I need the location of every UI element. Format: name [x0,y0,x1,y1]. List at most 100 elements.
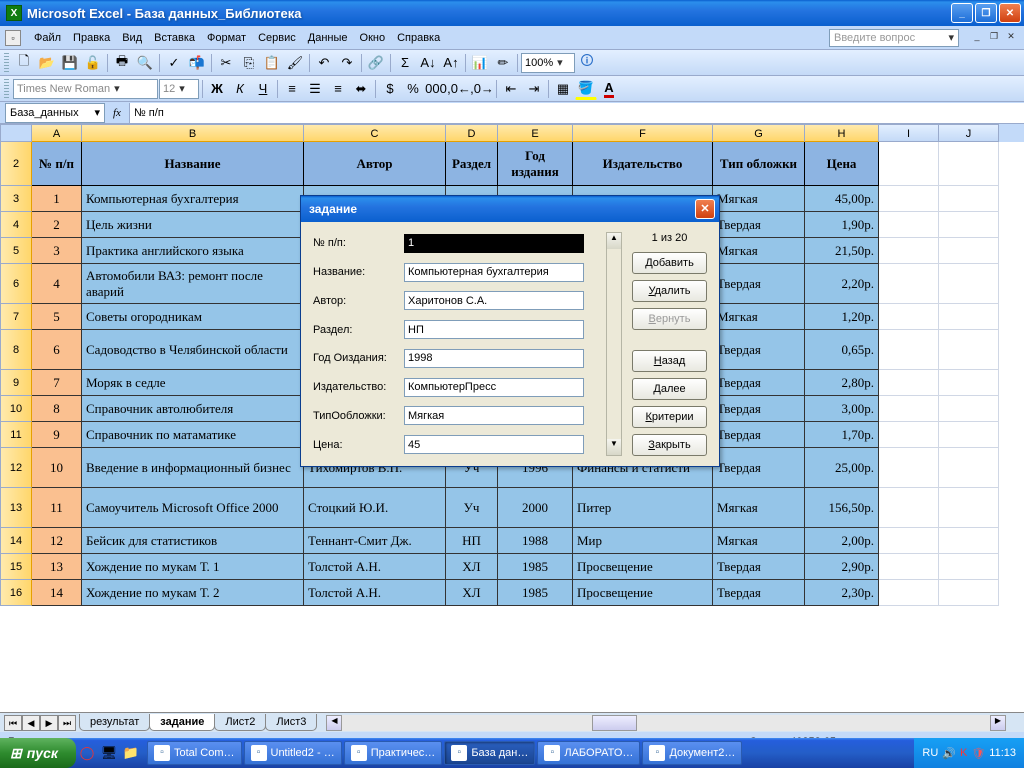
field-input-7[interactable] [404,435,584,454]
quicklaunch-app-icon[interactable]: 📁 [122,744,140,762]
clock[interactable]: 11:13 [989,747,1016,759]
cell[interactable]: 5 [32,304,82,330]
row-header[interactable]: 4 [0,212,32,238]
cell[interactable] [879,528,939,554]
cell[interactable]: 7 [32,370,82,396]
cell[interactable]: Справочник по матаматике [82,422,304,448]
cell[interactable]: Хождение по мукам Т. 2 [82,580,304,606]
mdi-minimize[interactable]: _ [969,31,985,45]
cell[interactable]: 25,00р. [805,448,879,488]
cell[interactable]: Питер [573,488,713,528]
dlg-btn-Назад[interactable]: Назад [632,350,707,372]
cell[interactable]: Толстой А.Н. [304,554,446,580]
save-icon[interactable]: 💾 [59,52,81,74]
row-header[interactable]: 13 [0,488,32,528]
field-input-3[interactable] [404,320,584,339]
copy-icon[interactable]: ⎘ [238,52,260,74]
cell[interactable]: ХЛ [446,580,498,606]
spell-icon[interactable]: ✓ [163,52,185,74]
field-input-1[interactable] [404,263,584,282]
taskbar-item[interactable]: ▫База дан… [444,741,535,765]
inc-decimal-icon[interactable]: ,0← [448,78,470,100]
row-header[interactable]: 6 [0,264,32,304]
cell[interactable] [939,142,999,186]
currency-icon[interactable]: $ [379,78,401,100]
table-header[interactable]: Название [82,142,304,186]
open-icon[interactable]: 📂 [36,52,58,74]
cell[interactable] [879,330,939,370]
toolbar-grip[interactable] [4,53,9,73]
cell[interactable] [939,448,999,488]
select-all-corner[interactable] [0,124,32,142]
cell[interactable]: Твердая [713,264,805,304]
start-button[interactable]: ⊞ пуск [0,738,76,768]
cell[interactable]: Мягкая [713,528,805,554]
help-search[interactable]: Введите вопрос [829,29,959,47]
cell[interactable] [879,304,939,330]
row-header[interactable]: 7 [0,304,32,330]
taskbar-item[interactable]: ▫Total Com… [147,741,242,765]
cell[interactable] [939,580,999,606]
table-header[interactable]: Цена [805,142,879,186]
menu-вставка[interactable]: Вставка [148,30,201,46]
format-painter-icon[interactable]: 🖌 [284,52,306,74]
cell[interactable] [879,142,939,186]
cell[interactable]: 12 [32,528,82,554]
h-scrollbar[interactable]: ◀▶ [326,715,1006,731]
cell[interactable]: 21,50р. [805,238,879,264]
maximize-button[interactable]: ❐ [975,3,997,23]
taskbar-item[interactable]: ▫ЛАБОРАТО… [537,741,640,765]
col-header-I[interactable]: I [879,124,939,142]
col-header-F[interactable]: F [573,124,713,142]
toolbar-grip[interactable] [4,79,9,99]
dlg-btn-Вернуть[interactable]: Вернуть [632,308,707,330]
cell[interactable]: Автомобили ВАЗ: ремонт после аварий [82,264,304,304]
size-combo[interactable]: 12 [159,79,199,99]
sheet-tab-Лист2[interactable]: Лист2 [214,714,266,731]
sheet-first-icon[interactable]: ⏮ [4,715,22,731]
cell[interactable]: Твердая [713,212,805,238]
sort-desc-icon[interactable]: A↑ [440,52,462,74]
cell[interactable]: 0,65р. [805,330,879,370]
cell[interactable]: Просвещение [573,580,713,606]
formula-input[interactable]: № п/п [129,103,1024,123]
lang-indicator[interactable]: RU [922,747,938,759]
col-header-H[interactable]: H [805,124,879,142]
cell[interactable] [939,238,999,264]
table-header[interactable]: № п/п [32,142,82,186]
row-header[interactable]: 2 [0,142,32,186]
new-icon[interactable]: 🗋 [13,52,35,74]
font-combo[interactable]: Times New Roman [13,79,158,99]
print-icon[interactable]: 🖶 [111,52,133,74]
cell[interactable]: НП [446,528,498,554]
sort-asc-icon[interactable]: A↓ [417,52,439,74]
name-box[interactable]: База_данных [5,103,105,123]
cell[interactable]: Твердая [713,422,805,448]
row-header[interactable]: 5 [0,238,32,264]
cell[interactable]: 2 [32,212,82,238]
dlg-btn-Закрыть[interactable]: Закрыть [632,434,707,456]
menu-вид[interactable]: Вид [116,30,148,46]
cell[interactable]: Мир [573,528,713,554]
fill-color-icon[interactable]: 🪣 [575,78,597,100]
cell[interactable]: 2,80р. [805,370,879,396]
permission-icon[interactable]: 🔓 [82,52,104,74]
sheet-tab-результат[interactable]: результат [79,714,150,731]
align-right-icon[interactable]: ≡ [327,78,349,100]
undo-icon[interactable]: ↶ [313,52,335,74]
quicklaunch-opera-icon[interactable]: ◯ [78,744,96,762]
percent-icon[interactable]: % [402,78,424,100]
menu-сервис[interactable]: Сервис [252,30,302,46]
cell[interactable]: ХЛ [446,554,498,580]
cell[interactable]: 2,30р. [805,580,879,606]
mdi-close[interactable]: ✕ [1003,31,1019,45]
cell[interactable]: 1985 [498,554,573,580]
menu-формат[interactable]: Формат [201,30,252,46]
cell[interactable]: Мягкая [713,238,805,264]
cell[interactable]: Теннант-Смит Дж. [304,528,446,554]
cell[interactable]: 13 [32,554,82,580]
cell[interactable]: Советы огородникам [82,304,304,330]
cell[interactable]: Уч [446,488,498,528]
doc-icon[interactable]: ▫ [5,30,21,46]
field-input-6[interactable] [404,406,584,425]
